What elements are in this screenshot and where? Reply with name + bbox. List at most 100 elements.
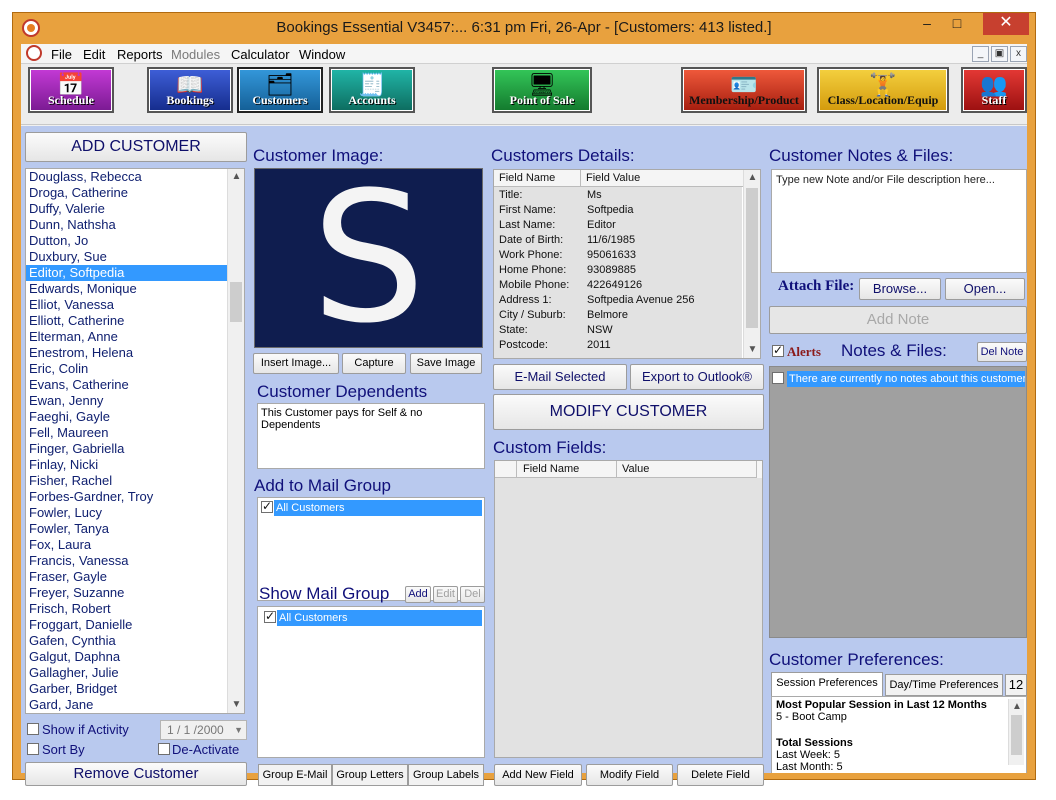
group-letters-tab[interactable]: Group Letters: [332, 764, 408, 786]
customer-list-item[interactable]: Droga, Catherine: [26, 185, 244, 201]
scroll-thumb[interactable]: [230, 282, 242, 322]
details-row[interactable]: Home Phone: 93089885: [494, 263, 744, 278]
custom-fields-grid[interactable]: Field Name Value: [494, 460, 763, 758]
customer-list-item[interactable]: Finger, Gabriella: [26, 441, 244, 457]
day-time-preferences-tab[interactable]: Day/Time Preferences: [885, 674, 1003, 696]
customer-list-item[interactable]: Evans, Catherine: [26, 377, 244, 393]
deactivate-checkbox[interactable]: [158, 743, 170, 755]
customer-list-item[interactable]: Froggart, Danielle: [26, 617, 244, 633]
preferences-scroll-up-icon[interactable]: ▲: [1009, 699, 1025, 715]
customer-list-item[interactable]: Douglass, Rebecca: [26, 169, 244, 185]
remove-customer-button[interactable]: Remove Customer: [25, 762, 247, 786]
all-customers-show-item[interactable]: All Customers: [277, 610, 482, 626]
customers-button[interactable]: 🗂 Customers: [237, 67, 323, 113]
customer-list-item[interactable]: Galgut, Daphna: [26, 649, 244, 665]
details-row[interactable]: State: NSW: [494, 323, 744, 338]
save-image-button[interactable]: Save Image: [410, 353, 482, 374]
details-row[interactable]: Mobile Phone: 422649126: [494, 278, 744, 293]
modify-field-button[interactable]: Modify Field: [586, 764, 673, 786]
notes-list[interactable]: There are currently no notes about this …: [769, 366, 1027, 638]
all-customers-mail-checkbox[interactable]: [261, 499, 273, 513]
customer-list-item[interactable]: Fox, Laura: [26, 537, 244, 553]
mail-group-del-button[interactable]: Del: [460, 586, 485, 603]
sort-by-checkbox[interactable]: [27, 743, 39, 755]
customer-details-grid[interactable]: Field Name Field Value Title: Ms First Nam…: [493, 169, 761, 359]
customer-list-item[interactable]: Duffy, Valerie: [26, 201, 244, 217]
details-scrollbar[interactable]: ▲ ▼: [743, 170, 760, 358]
modify-customer-button[interactable]: MODIFY CUSTOMER: [493, 394, 764, 430]
delete-field-button[interactable]: Delete Field: [677, 764, 764, 786]
no-notes-item[interactable]: There are currently no notes about this …: [787, 371, 1025, 387]
customer-list-item[interactable]: Fowler, Tanya: [26, 521, 244, 537]
customer-list-item[interactable]: Faeghi, Gayle: [26, 409, 244, 425]
customer-list[interactable]: Douglass, Rebecca Droga, Catherine Duffy, …: [25, 168, 245, 714]
del-note-button[interactable]: Del Note: [977, 342, 1027, 362]
customer-list-item[interactable]: Finlay, Nicki: [26, 457, 244, 473]
customer-list-item[interactable]: Enestrom, Helena: [26, 345, 244, 361]
details-scroll-thumb[interactable]: [746, 188, 758, 328]
schedule-button[interactable]: 📅 Schedule: [28, 67, 114, 113]
session-preferences-tab[interactable]: Session Preferences: [771, 672, 883, 696]
class-location-equip-button[interactable]: 🏋 Class/Location/Equip: [817, 67, 949, 113]
email-selected-button[interactable]: E-Mail Selected: [493, 364, 627, 390]
customer-list-item[interactable]: Elliot, Vanessa: [26, 297, 244, 313]
group-email-tab[interactable]: Group E-Mail: [258, 764, 332, 786]
menu-file[interactable]: File: [51, 47, 72, 62]
mail-group-edit-button[interactable]: Edit: [433, 586, 458, 603]
customer-list-item[interactable]: Fisher, Rachel: [26, 473, 244, 489]
customer-list-item[interactable]: Frisch, Robert: [26, 601, 244, 617]
minimize-button[interactable]: –: [913, 13, 941, 35]
add-new-field-button[interactable]: Add New Field: [494, 764, 582, 786]
note-input[interactable]: Type new Note and/or File description he…: [771, 169, 1027, 273]
customer-list-item[interactable]: Edwards, Monique: [26, 281, 244, 297]
customer-list-item[interactable]: Gafen, Cynthia: [26, 633, 244, 649]
customer-list-item[interactable]: Francis, Vanessa: [26, 553, 244, 569]
preferences-more-tab[interactable]: 12: [1005, 674, 1027, 696]
details-row[interactable]: Last Name: Editor: [494, 218, 744, 233]
scroll-down-icon[interactable]: ▼: [228, 697, 244, 713]
customer-list-item[interactable]: Elliott, Catherine: [26, 313, 244, 329]
all-customers-mail-item[interactable]: All Customers: [274, 500, 482, 516]
details-row[interactable]: Title: Ms: [494, 188, 744, 203]
customer-list-item[interactable]: Eric, Colin: [26, 361, 244, 377]
alerts-checkbox[interactable]: [772, 343, 784, 357]
staff-button[interactable]: 👥 Staff: [961, 67, 1027, 113]
customer-list-item[interactable]: Dutton, Jo: [26, 233, 244, 249]
menu-modules[interactable]: Modules: [171, 47, 220, 62]
add-note-button[interactable]: Add Note: [769, 306, 1027, 334]
custom-fields-col-value[interactable]: Value: [617, 461, 757, 478]
customer-list-item[interactable]: Gallagher, Julie: [26, 665, 244, 681]
custom-fields-col-name[interactable]: Field Name: [517, 461, 617, 478]
note-item-checkbox[interactable]: [772, 372, 784, 384]
menu-reports[interactable]: Reports: [117, 47, 163, 62]
customer-list-item[interactable]: Fell, Maureen: [26, 425, 244, 441]
all-customers-show-checkbox[interactable]: [264, 609, 276, 623]
details-row[interactable]: Postcode: 2011: [494, 338, 744, 353]
details-row[interactable]: Address 1: Softpedia Avenue 256: [494, 293, 744, 308]
group-labels-tab[interactable]: Group Labels: [408, 764, 484, 786]
accounts-button[interactable]: 🧾 Accounts: [329, 67, 415, 113]
app-menu-icon[interactable]: [26, 45, 42, 61]
details-col-name[interactable]: Field Name: [494, 170, 581, 187]
details-row[interactable]: Date of Birth: 11/6/1985: [494, 233, 744, 248]
customer-list-scrollbar[interactable]: ▲ ▼: [227, 169, 244, 713]
mdi-minimize-button[interactable]: _: [972, 46, 989, 62]
activity-date-picker[interactable]: 1 / 1 /2000 ▼: [160, 720, 247, 740]
details-row[interactable]: Work Phone: 95061633: [494, 248, 744, 263]
close-button[interactable]: ✕: [983, 13, 1029, 35]
customer-list-item[interactable]: Forbes-Gardner, Troy: [26, 489, 244, 505]
mail-group-add-button[interactable]: Add: [405, 586, 431, 603]
capture-button[interactable]: Capture: [342, 353, 406, 374]
customer-list-item[interactable]: Duxbury, Sue: [26, 249, 244, 265]
scroll-up-icon[interactable]: ▲: [228, 169, 244, 185]
menu-calculator[interactable]: Calculator: [231, 47, 290, 62]
details-scroll-up-icon[interactable]: ▲: [744, 170, 760, 186]
add-customer-button[interactable]: ADD CUSTOMER: [25, 132, 247, 162]
preferences-scrollbar[interactable]: ▲: [1008, 699, 1024, 765]
customer-list-item[interactable]: Ewan, Jenny: [26, 393, 244, 409]
insert-image-button[interactable]: Insert Image...: [253, 353, 339, 374]
mdi-restore-button[interactable]: ▣: [991, 46, 1008, 62]
browse-button[interactable]: Browse...: [859, 278, 941, 300]
customer-list-item[interactable]: Fowler, Lucy: [26, 505, 244, 521]
menu-edit[interactable]: Edit: [83, 47, 105, 62]
